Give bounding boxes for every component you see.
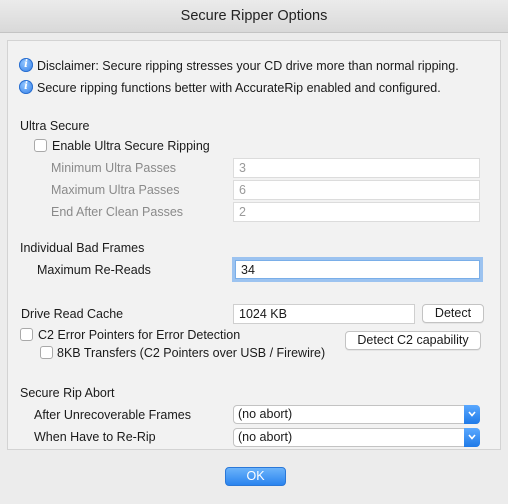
end-clean-passes-label: End After Clean Passes <box>51 205 184 219</box>
chevron-down-icon[interactable] <box>464 428 480 447</box>
c2-pointers-label[interactable]: C2 Error Pointers for Error Detection <box>38 328 240 342</box>
detect-button[interactable]: Detect <box>422 304 484 323</box>
info-icon: i <box>19 80 33 94</box>
info-icon: i <box>19 58 33 72</box>
bad-frames-heading: Individual Bad Frames <box>20 241 145 255</box>
max-rereads-field[interactable]: 34 <box>235 260 480 279</box>
disclaimer-text: Disclaimer: Secure ripping stresses your… <box>37 59 459 73</box>
ok-button[interactable]: OK <box>225 467 286 486</box>
drive-cache-field[interactable]: 1024 KB <box>233 304 415 324</box>
drive-cache-label: Drive Read Cache <box>21 307 124 321</box>
min-ultra-passes-field[interactable]: 3 <box>233 158 480 178</box>
unrecoverable-frames-select[interactable]: (no abort) <box>233 405 480 424</box>
c2-pointers-checkbox[interactable] <box>20 328 33 341</box>
max-rereads-label: Maximum Re-Reads <box>37 263 151 277</box>
unrecoverable-frames-label: After Unrecoverable Frames <box>34 408 192 422</box>
window-title: Secure Ripper Options <box>0 0 508 33</box>
min-ultra-passes-label: Minimum Ultra Passes <box>51 161 177 175</box>
rerip-label: When Have to Re-Rip <box>34 430 156 444</box>
accuraterip-note: Secure ripping functions better with Acc… <box>37 81 441 95</box>
rip-abort-heading: Secure Rip Abort <box>20 386 115 400</box>
max-ultra-passes-field[interactable]: 6 <box>233 180 480 200</box>
8kb-transfers-label[interactable]: 8KB Transfers (C2 Pointers over USB / Fi… <box>57 346 325 360</box>
rerip-select[interactable]: (no abort) <box>233 428 480 447</box>
enable-ultra-secure-checkbox[interactable] <box>34 139 47 152</box>
detect-c2-button[interactable]: Detect C2 capability <box>345 331 481 350</box>
rerip-value: (no abort) <box>238 430 293 444</box>
end-clean-passes-field[interactable]: 2 <box>233 202 480 222</box>
enable-ultra-secure-label[interactable]: Enable Ultra Secure Ripping <box>52 139 210 153</box>
unrecoverable-frames-value: (no abort) <box>238 407 293 421</box>
chevron-down-icon[interactable] <box>464 405 480 424</box>
8kb-transfers-checkbox[interactable] <box>40 346 53 359</box>
ultra-secure-heading: Ultra Secure <box>20 119 90 133</box>
max-ultra-passes-label: Maximum Ultra Passes <box>51 183 180 197</box>
